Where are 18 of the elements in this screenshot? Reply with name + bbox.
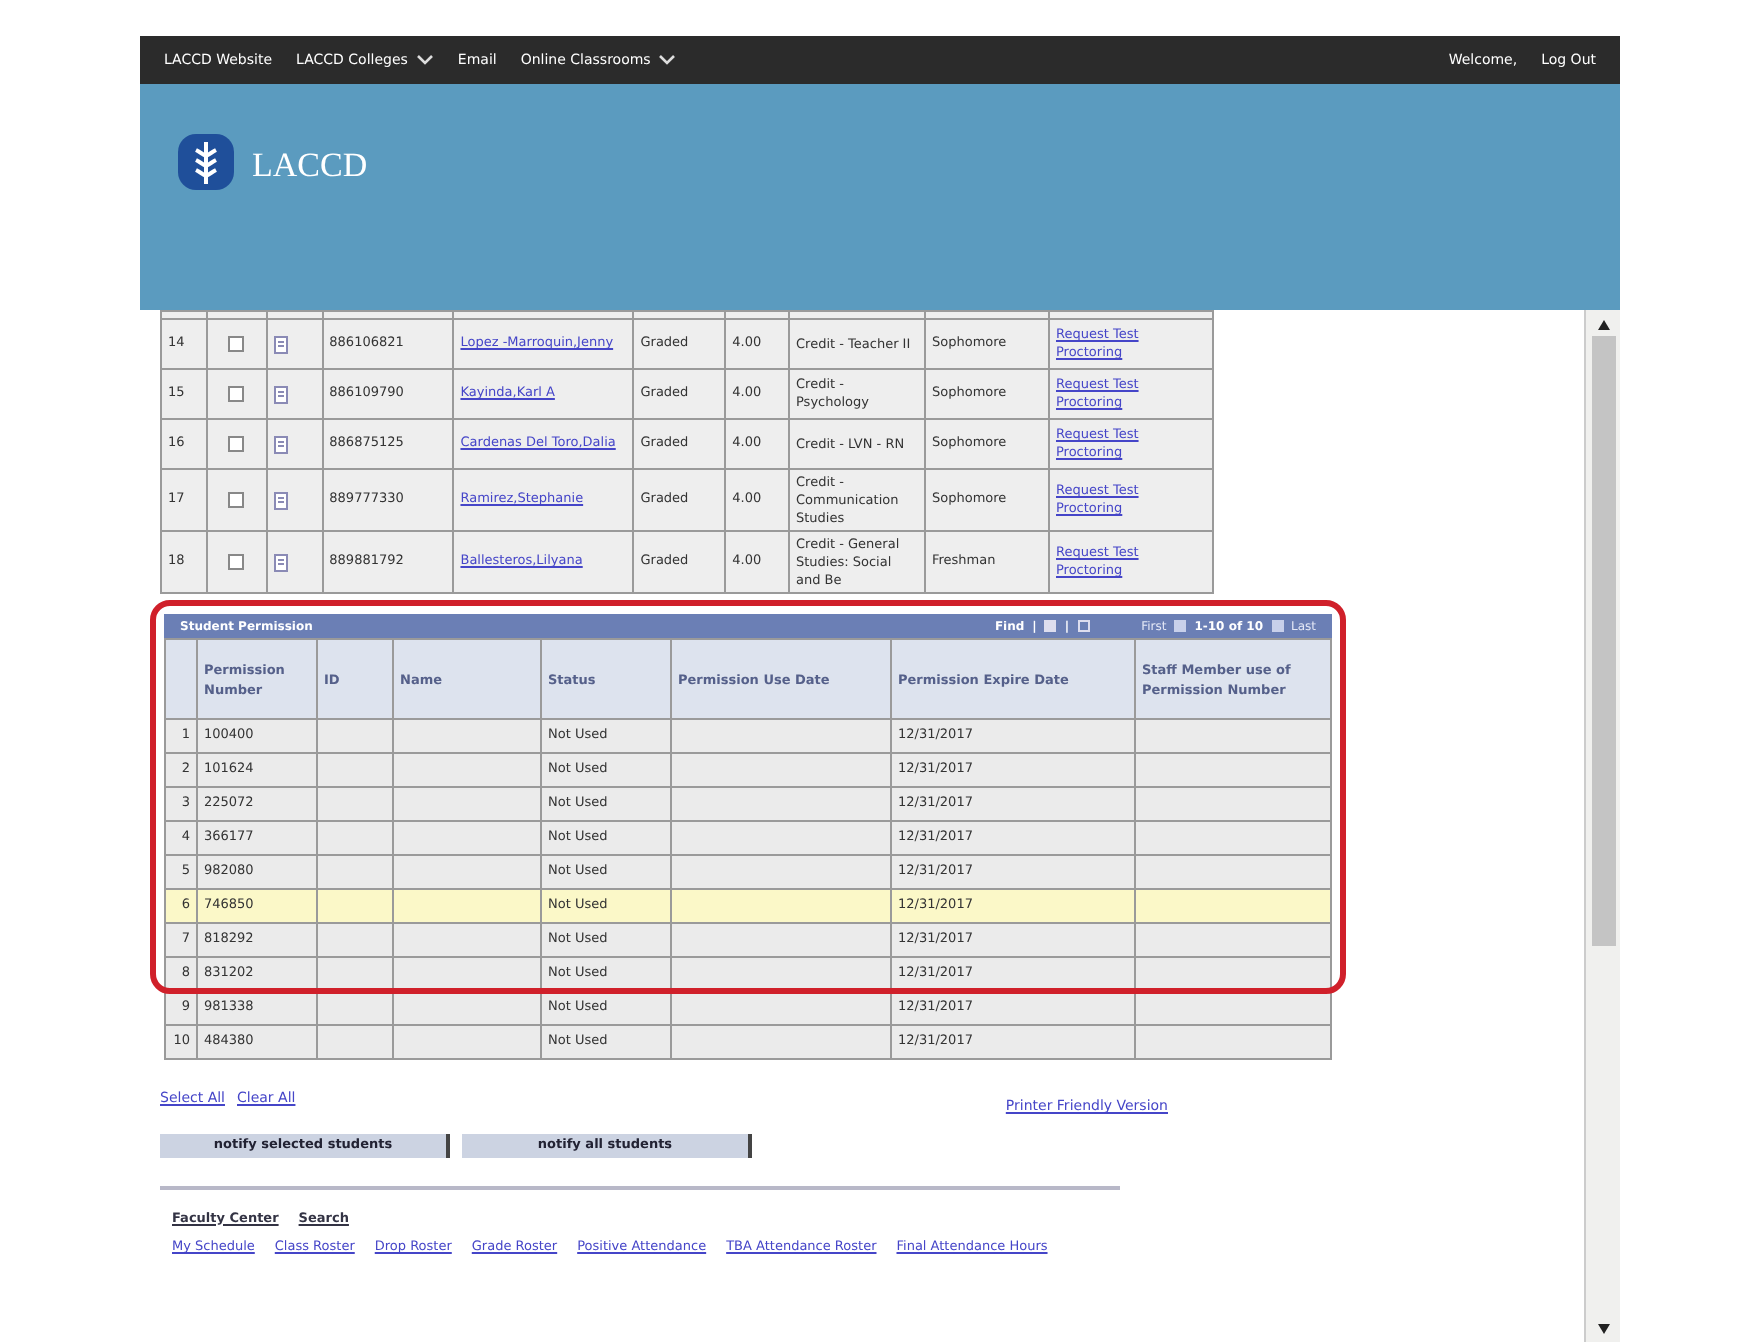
row-checkbox[interactable] [228, 386, 245, 402]
row-checkbox[interactable] [228, 336, 245, 352]
document-icon[interactable] [273, 435, 290, 453]
scroll-down-icon[interactable] [1597, 1324, 1609, 1334]
logo-text: LACCD [252, 144, 368, 188]
document-icon[interactable] [273, 385, 290, 403]
chevron-down-icon [415, 54, 434, 66]
logo-icon [176, 132, 236, 192]
scroll-up-icon[interactable] [1597, 320, 1609, 330]
row-checkbox[interactable] [228, 492, 245, 508]
document-icon[interactable] [273, 491, 290, 509]
document-icon[interactable] [273, 553, 290, 571]
row-checkbox[interactable] [228, 554, 245, 570]
scrollbar-thumb[interactable] [1591, 336, 1615, 946]
row-checkbox[interactable] [228, 436, 245, 452]
scrollbar[interactable] [1584, 310, 1620, 1342]
document-icon[interactable] [273, 335, 290, 353]
chevron-down-icon [658, 54, 677, 66]
